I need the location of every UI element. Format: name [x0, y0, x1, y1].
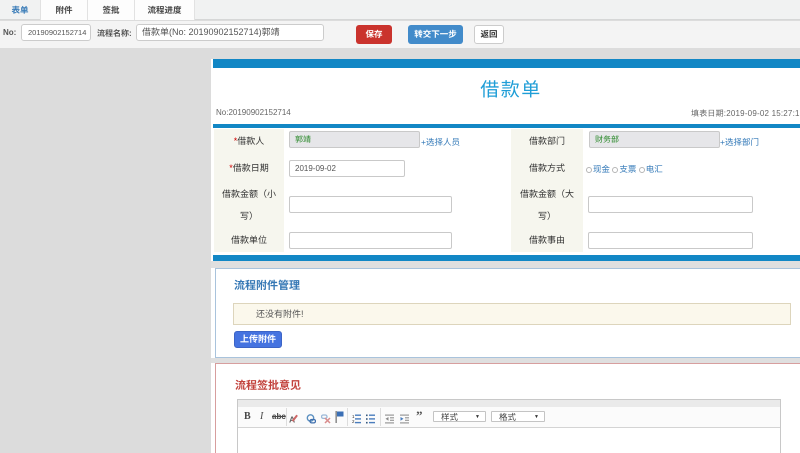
- svg-text:2: 2: [352, 419, 355, 424]
